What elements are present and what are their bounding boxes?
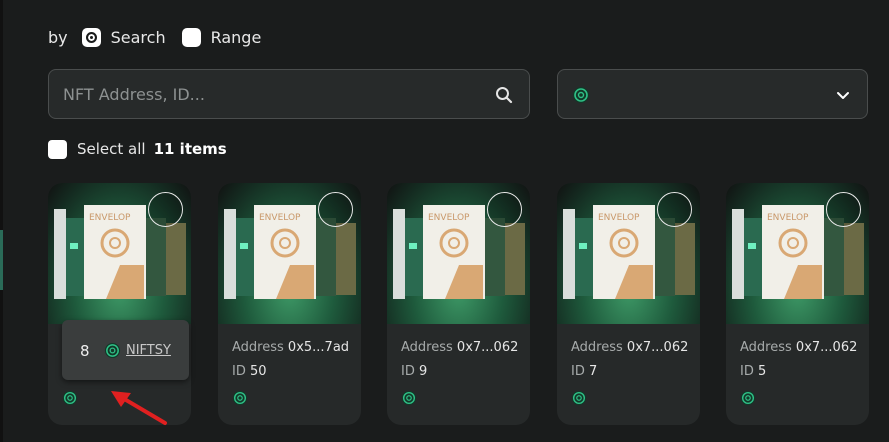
svg-text:ENVELOP: ENVELOP <box>428 213 470 223</box>
search-radio[interactable] <box>81 27 101 47</box>
nft-card[interactable]: ENVELOP Address 0x7...062 ID 9 <box>387 183 530 425</box>
card-id: ID 9 <box>401 364 428 379</box>
card-select-circle[interactable] <box>148 192 183 227</box>
filter-mode-row: by Search Range <box>48 24 277 50</box>
search-icon[interactable] <box>495 86 513 104</box>
card-id: ID 5 <box>740 364 767 379</box>
chain-icon <box>573 87 589 103</box>
chevron-down-icon[interactable] <box>835 87 851 103</box>
tooltip-number: 8 <box>80 342 90 360</box>
chain-icon <box>232 390 248 406</box>
card-tooltip: 8 NIFTSY <box>62 320 189 380</box>
chain-icon <box>104 342 121 359</box>
nft-card[interactable]: ENVELOP Address 0x7...062 ID 7 <box>557 183 700 425</box>
range-radio[interactable] <box>181 27 201 47</box>
left-edge <box>0 0 3 442</box>
search-box <box>48 69 530 119</box>
red-arrow-annotation <box>111 391 167 425</box>
select-all-checkbox[interactable] <box>48 139 67 159</box>
svg-text:ENVELOP: ENVELOP <box>598 213 640 223</box>
card-address: Address 0x7...062 <box>571 340 689 355</box>
chain-icon <box>571 390 587 406</box>
by-label: by <box>48 27 68 47</box>
chain-icon <box>401 390 417 406</box>
search-radio-label[interactable]: Search <box>111 28 166 47</box>
card-select-circle[interactable] <box>657 192 692 227</box>
svg-text:ENVELOP: ENVELOP <box>767 213 809 223</box>
card-id: ID 50 <box>232 364 267 379</box>
svg-text:ENVELOP: ENVELOP <box>259 213 301 223</box>
nft-card[interactable]: ENVELOP Address 0x5...7ad ID 50 <box>218 183 361 425</box>
search-input[interactable] <box>63 70 483 118</box>
chain-select[interactable] <box>557 69 868 119</box>
card-select-circle[interactable] <box>826 192 861 227</box>
chain-icon <box>62 390 78 406</box>
card-select-circle[interactable] <box>318 192 353 227</box>
left-edge-glow <box>0 230 3 290</box>
select-all-row: Select all 11 items <box>48 138 227 160</box>
card-address: Address 0x5...7ad <box>232 340 350 355</box>
radio-selected-dot <box>85 31 97 43</box>
nft-card[interactable]: ENVELOP Address 0x7...062 ID 5 <box>726 183 869 425</box>
card-address: Address 0x7...062 <box>401 340 519 355</box>
card-id: ID 7 <box>571 364 598 379</box>
range-radio-label[interactable]: Range <box>211 28 262 47</box>
card-select-circle[interactable] <box>487 192 522 227</box>
chain-icon <box>740 390 756 406</box>
select-all-label[interactable]: Select all <box>77 140 146 158</box>
svg-text:ENVELOP: ENVELOP <box>89 213 131 223</box>
items-count: 11 items <box>153 140 227 158</box>
niftsy-link[interactable]: NIFTSY <box>126 343 171 358</box>
card-address: Address 0x7...062 <box>740 340 858 355</box>
